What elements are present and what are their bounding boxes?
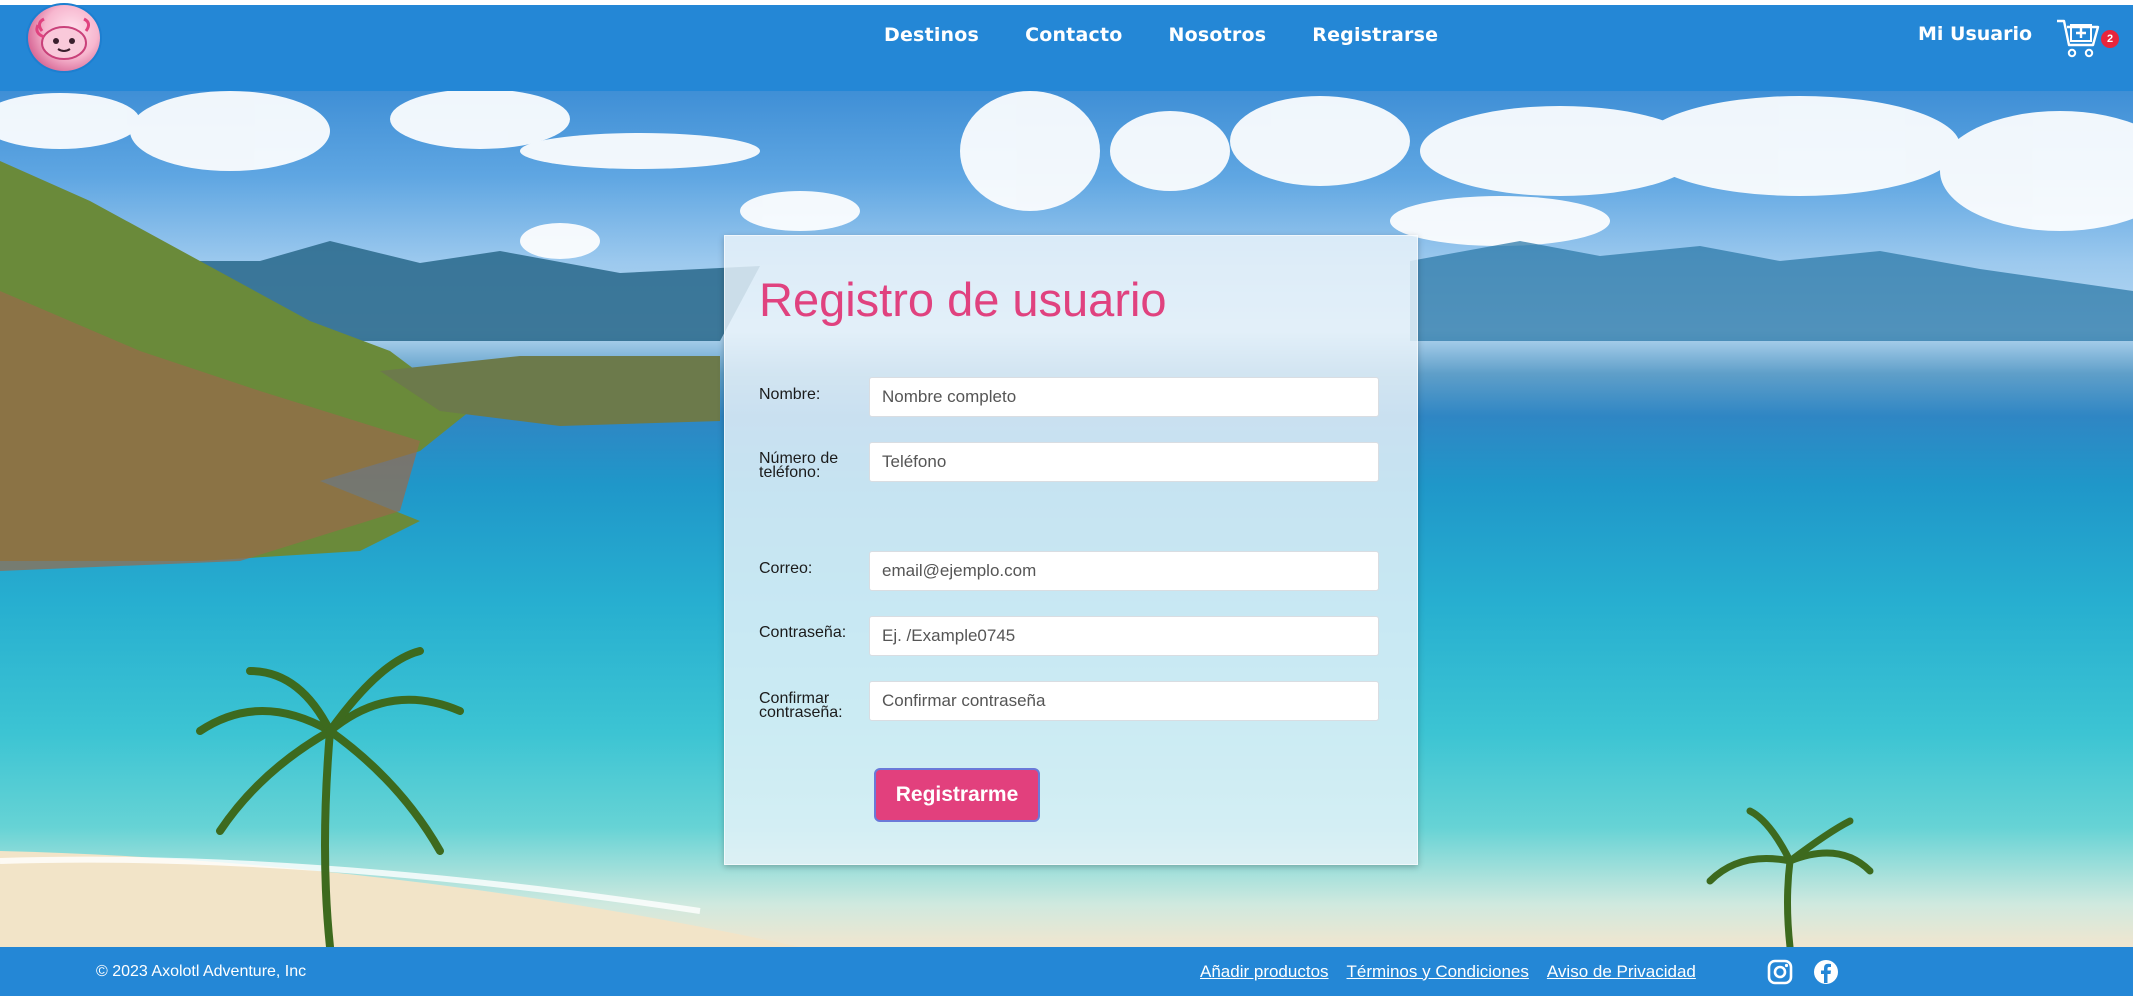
- footer-link-anadir-productos[interactable]: Añadir productos: [1200, 962, 1329, 982]
- footer-link-privacidad[interactable]: Aviso de Privacidad: [1547, 962, 1696, 982]
- nombre-input[interactable]: [869, 377, 1379, 417]
- label-contrasena: Contraseña:: [759, 624, 847, 641]
- nav-registrarse[interactable]: Registrarse: [1312, 24, 1438, 46]
- shopping-cart-icon[interactable]: [2055, 17, 2101, 61]
- cart-count-badge: 2: [2101, 30, 2119, 48]
- main-nav: Destinos Contacto Nosotros Registrarse: [884, 5, 1438, 65]
- label-telefono: Número de teléfono:: [759, 450, 839, 481]
- nav-contacto[interactable]: Contacto: [1025, 24, 1122, 46]
- correo-input[interactable]: [869, 551, 1379, 591]
- telefono-input[interactable]: [869, 442, 1379, 482]
- footer: © 2023 Axolotl Adventure, Inc Añadir pro…: [0, 947, 2133, 996]
- form-title: Registro de usuario: [759, 273, 1167, 326]
- registrarme-button[interactable]: Registrarme: [874, 768, 1040, 822]
- instagram-icon[interactable]: [1766, 958, 1794, 986]
- footer-link-terminos[interactable]: Términos y Condiciones: [1347, 962, 1529, 982]
- label-confirmar-contrasena: Confirmar contraseña:: [759, 690, 843, 721]
- footer-links: Añadir productos Términos y Condiciones …: [1200, 947, 1696, 996]
- label-nombre: Nombre:: [759, 386, 821, 403]
- contrasena-input[interactable]: [869, 616, 1379, 656]
- nav-destinos[interactable]: Destinos: [884, 24, 979, 46]
- confirmar-contrasena-input[interactable]: [869, 681, 1379, 721]
- copyright-text: © 2023 Axolotl Adventure, Inc: [96, 963, 307, 980]
- nav-nosotros[interactable]: Nosotros: [1169, 24, 1267, 46]
- label-correo: Correo:: [759, 560, 813, 577]
- registration-form-card: Registro de usuario Nombre: Número de te…: [724, 235, 1418, 865]
- user-menu-link[interactable]: Mi Usuario: [1918, 23, 2032, 45]
- axolotl-logo-icon[interactable]: [28, 5, 100, 71]
- facebook-icon[interactable]: [1812, 958, 1840, 986]
- navbar: Destinos Contacto Nosotros Registrarse M…: [0, 5, 2133, 91]
